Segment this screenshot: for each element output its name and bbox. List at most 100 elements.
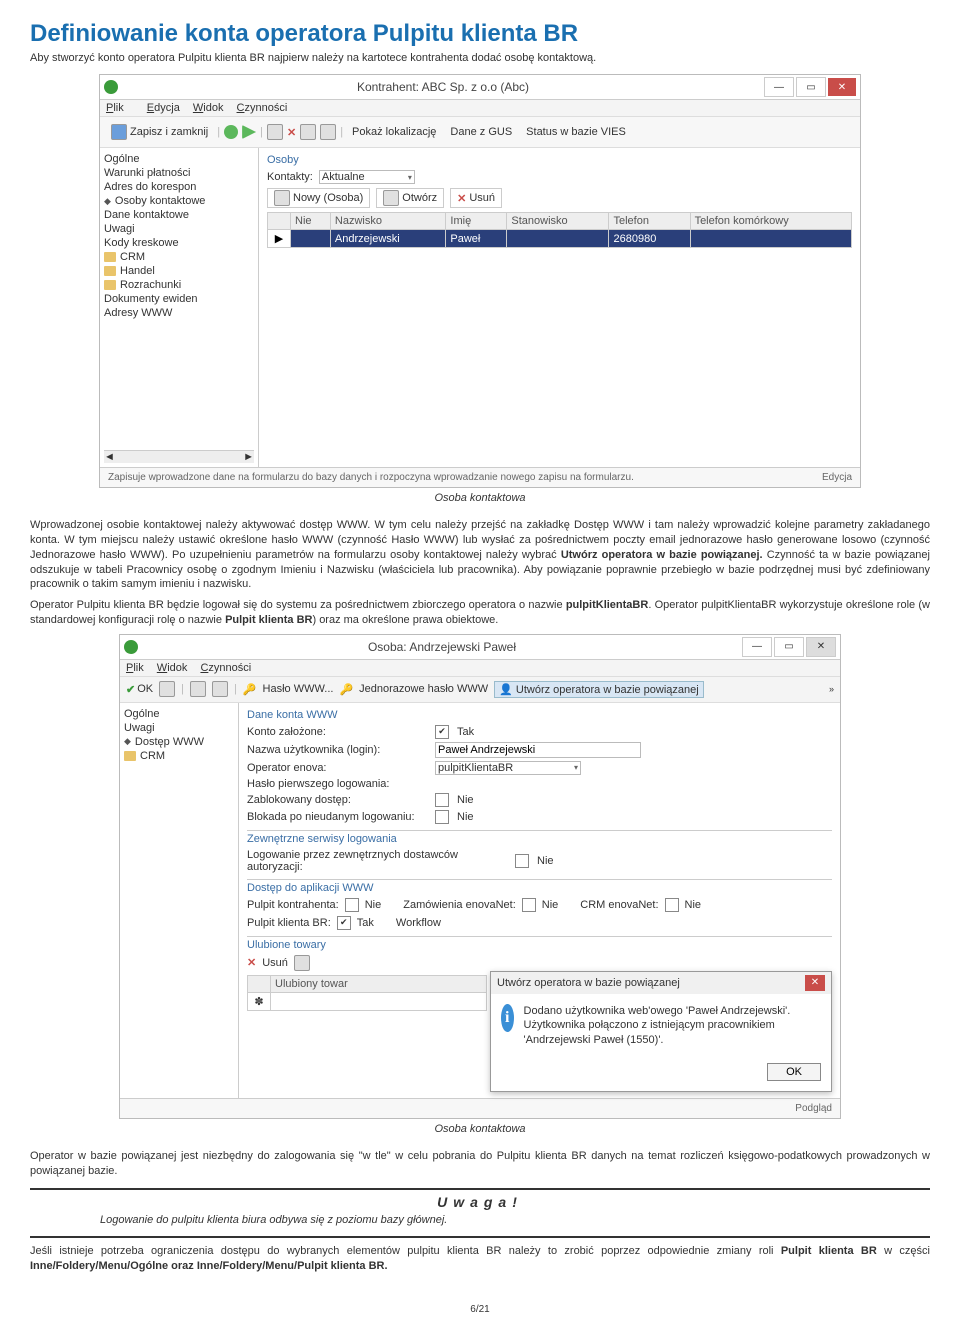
sidebar-osoby[interactable]: Osoby kontaktowe [104, 194, 254, 208]
crm-checkbox[interactable] [665, 898, 679, 912]
tool-icon[interactable] [159, 681, 175, 697]
tool-icon-2[interactable] [300, 124, 316, 140]
x-icon: ✕ [247, 956, 256, 969]
window-title: Kontrahent: ABC Sp. z o.o (Abc) [124, 80, 762, 94]
nav-add-icon[interactable] [224, 125, 238, 139]
utworz-operatora-button[interactable]: 👤 Utwórz operatora w bazie powiązanej [494, 681, 704, 698]
menu-czynnosci[interactable]: Czynności [237, 102, 288, 114]
blokada-checkbox[interactable] [435, 810, 449, 824]
login-label: Nazwa użytkownika (login): [247, 744, 427, 756]
menu-plik[interactable]: Plik [126, 662, 144, 674]
col-stanowisko[interactable]: Stanowisko [507, 213, 609, 230]
tool-icon-1[interactable] [267, 124, 283, 140]
close-button[interactable]: ✕ [828, 78, 856, 96]
dialog-close-button[interactable]: ✕ [805, 975, 825, 991]
operator-select[interactable]: pulpitKlientaBR [435, 761, 581, 775]
new-icon [274, 190, 290, 206]
sidebar2-dostep[interactable]: Dostęp WWW [124, 735, 234, 749]
vies-button[interactable]: Status w bazie VIES [521, 123, 631, 141]
sidebar-uwagi[interactable]: Uwagi [104, 222, 254, 236]
zewn-checkbox[interactable] [515, 854, 529, 868]
minimize-button[interactable]: — [742, 637, 772, 657]
otworz-button[interactable]: Otwórz [376, 188, 444, 208]
sidebar-handel[interactable]: Handel [104, 264, 254, 278]
usun-button[interactable]: ✕Usuń [450, 188, 502, 208]
sidebar2-crm[interactable]: CRM [124, 749, 234, 763]
nowy-button[interactable]: Nowy (Osoba) [267, 188, 370, 208]
tool-icon[interactable] [294, 955, 310, 971]
haslo-www-button[interactable]: Hasło WWW... [263, 683, 334, 695]
col-nazwisko[interactable]: Nazwisko [330, 213, 445, 230]
zam-checkbox[interactable] [522, 898, 536, 912]
disk-icon [111, 124, 127, 140]
col-komorkowy[interactable]: Telefon komórkowy [690, 213, 851, 230]
sidebar-crm[interactable]: CRM [104, 250, 254, 264]
table-row[interactable]: ✽ [248, 992, 487, 1010]
konto-label: Konto założone: [247, 726, 427, 738]
tool-icon[interactable] [190, 681, 206, 697]
col-nie[interactable]: Nie [291, 213, 331, 230]
sidebar-adresy[interactable]: Adresy WWW [104, 306, 254, 320]
folder-icon [104, 266, 116, 276]
divider [30, 1188, 930, 1190]
menu-plik[interactable]: Plik [106, 102, 134, 114]
ok-button[interactable]: ✔OK [126, 683, 153, 696]
gus-button[interactable]: Dane z GUS [445, 123, 517, 141]
row-indicator: ▶ [268, 230, 291, 248]
table-row[interactable]: ▶ Andrzejewski Paweł 2680980 [268, 230, 852, 248]
close-button[interactable]: ✕ [806, 637, 836, 657]
menu-czynnosci[interactable]: Czynności [200, 662, 251, 674]
menu-bar: Plik Edycja Widok Czynności [100, 100, 860, 116]
haslo-label: Hasło pierwszego logowania: [247, 778, 427, 790]
tool-x-icon[interactable]: ✕ [287, 126, 296, 139]
sidebar-warunki[interactable]: Warunki płatności [104, 166, 254, 180]
col-imie[interactable]: Imię [446, 213, 507, 230]
sidebar-rozrachunki[interactable]: Rozrachunki [104, 278, 254, 292]
nav-next-icon[interactable] [242, 125, 256, 139]
sidebar-dokumenty[interactable]: Dokumenty ewiden [104, 292, 254, 306]
folder-icon [104, 252, 116, 262]
status-text: Zapisuje wprowadzone dane na formularzu … [108, 472, 634, 483]
more-icon[interactable]: » [829, 684, 834, 694]
menu-widok[interactable]: Widok [193, 102, 224, 114]
fav-usun-button[interactable]: Usuń [262, 957, 288, 969]
crm-label: CRM enovaNet: [580, 899, 658, 911]
key-icon: 🔑 [339, 683, 353, 696]
sidebar-kody[interactable]: Kody kreskowe [104, 236, 254, 250]
horiz-scrollbar[interactable]: ◄► [104, 450, 254, 463]
sidebar-adres[interactable]: Adres do korespon [104, 180, 254, 194]
zablok-checkbox[interactable] [435, 793, 449, 807]
menu-widok[interactable]: Widok [157, 662, 188, 674]
sidebar-dane[interactable]: Dane kontaktowe [104, 208, 254, 222]
dialog-ok-button[interactable]: OK [767, 1063, 821, 1081]
pkb-checkbox[interactable]: ✔ [337, 916, 351, 930]
wf-label: Workflow [396, 917, 441, 929]
window-kontrahent: Kontrahent: ABC Sp. z o.o (Abc) — ▭ ✕ Pl… [99, 74, 861, 488]
fav-grid[interactable]: Ulubiony towar ✽ [247, 975, 487, 1011]
sidebar-ogolne[interactable]: Ogólne [104, 152, 254, 166]
tool-icon-3[interactable] [320, 124, 336, 140]
minimize-button[interactable]: — [764, 77, 794, 97]
sidebar2-ogolne[interactable]: Ogólne [124, 707, 234, 721]
menu-edycja[interactable]: Edycja [147, 102, 180, 114]
col-telefon[interactable]: Telefon [609, 213, 690, 230]
konto-checkbox[interactable]: ✔ [435, 725, 449, 739]
tool-icon[interactable] [212, 681, 228, 697]
osoby-grid[interactable]: Nie Nazwisko Imię Stanowisko Telefon Tel… [267, 212, 852, 248]
sidebar2-uwagi[interactable]: Uwagi [124, 721, 234, 735]
pk-label: Pulpit kontrahenta: [247, 899, 339, 911]
window-title-2: Osoba: Andrzejewski Paweł [144, 640, 740, 654]
pk-checkbox[interactable] [345, 898, 359, 912]
login-input[interactable] [435, 742, 641, 758]
blokada-value: Nie [457, 811, 474, 823]
page-number: 6/21 [30, 1304, 930, 1315]
save-close-button[interactable]: Zapisz i zamknij [106, 121, 213, 143]
konto-value: Tak [457, 726, 474, 738]
show-location-button[interactable]: Pokaż lokalizację [347, 123, 441, 141]
jednorazowe-haslo-button[interactable]: Jednorazowe hasło WWW [359, 683, 488, 695]
maximize-button[interactable]: ▭ [796, 77, 826, 97]
maximize-button[interactable]: ▭ [774, 637, 804, 657]
kontakty-select[interactable]: Aktualne [319, 170, 415, 184]
folder-icon [104, 280, 116, 290]
cell-telefon: 2680980 [609, 230, 690, 248]
